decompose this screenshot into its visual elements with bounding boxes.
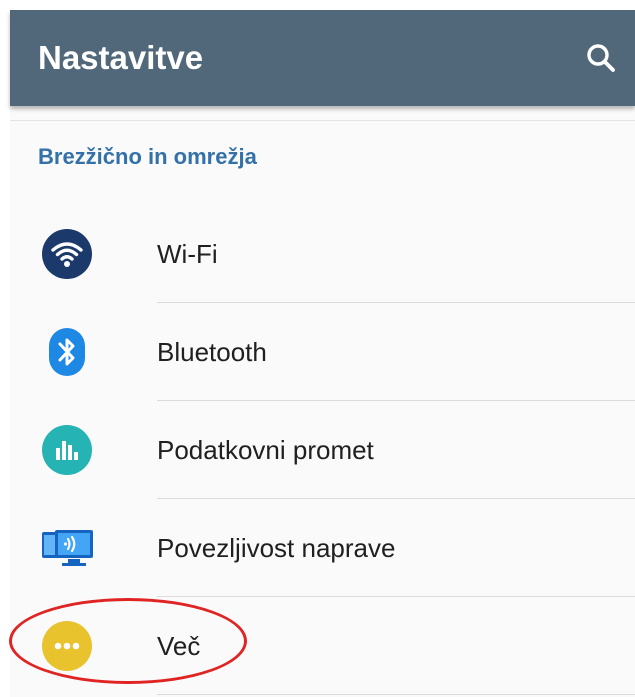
settings-item-label: Več bbox=[157, 631, 201, 661]
bluetooth-icon bbox=[40, 327, 94, 377]
data-usage-icon bbox=[40, 425, 94, 475]
app-bar: Nastavitve bbox=[10, 10, 635, 106]
page-title: Nastavitve bbox=[38, 39, 204, 76]
settings-item-label: Bluetooth bbox=[157, 337, 267, 367]
settings-item-label: Wi-Fi bbox=[157, 239, 218, 269]
settings-item-wifi[interactable]: Wi-Fi bbox=[10, 205, 635, 303]
settings-item-bluetooth[interactable]: Bluetooth bbox=[10, 303, 635, 401]
search-button[interactable] bbox=[577, 34, 625, 82]
settings-list: Brezžično in omrežja Wi-Fi Bluetooth Pod… bbox=[10, 106, 635, 697]
more-icon bbox=[40, 621, 94, 671]
divider bbox=[10, 120, 635, 121]
settings-item-device-connectivity[interactable]: Povezljivost naprave bbox=[10, 499, 635, 597]
section-header: Brezžično in omrežja bbox=[38, 144, 257, 169]
settings-item-label: Podatkovni promet bbox=[157, 435, 374, 465]
divider bbox=[157, 694, 635, 695]
wifi-icon bbox=[40, 229, 94, 279]
settings-item-more[interactable]: Več bbox=[10, 597, 635, 695]
device-connectivity-icon bbox=[40, 523, 94, 573]
settings-item-data-usage[interactable]: Podatkovni promet bbox=[10, 401, 635, 499]
settings-item-label: Povezljivost naprave bbox=[157, 533, 396, 563]
search-icon bbox=[587, 44, 615, 72]
